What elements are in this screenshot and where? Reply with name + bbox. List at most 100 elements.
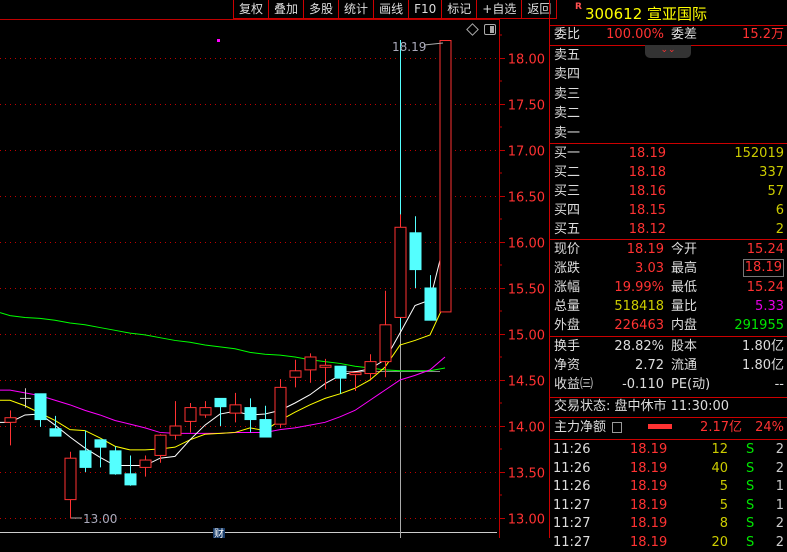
- tick-price: 18.19: [630, 534, 668, 550]
- f10-button[interactable]: F10: [409, 0, 443, 18]
- ma10-line: [0, 302, 446, 451]
- fund-label: 股本: [671, 339, 698, 354]
- panel-toggle-icon[interactable]: [484, 24, 496, 35]
- tick-time: 11:27: [553, 497, 591, 513]
- candle-up: [349, 372, 362, 376]
- fund-label: 收益㈢: [554, 377, 594, 392]
- fund-row: 收益㈢ -0.110 PE(动) --: [550, 375, 786, 394]
- stat-label: 最低: [671, 280, 698, 295]
- sell-label: 卖一: [554, 125, 581, 141]
- stat-label: 最高: [671, 261, 698, 276]
- buy-price: 18.16: [628, 184, 666, 199]
- axis-label: 15.00: [508, 329, 545, 344]
- candle-up: [229, 404, 242, 414]
- candle-up: [364, 361, 377, 375]
- stat-label: 今开: [671, 242, 698, 257]
- axis-label: 15.50: [508, 283, 545, 298]
- tick-count: 2: [775, 534, 784, 550]
- tick-volume: 40: [711, 460, 728, 476]
- add-watchlist-button[interactable]: +自选: [477, 0, 523, 18]
- ma5-line: [0, 240, 446, 467]
- overlay-button[interactable]: 叠加: [269, 0, 305, 18]
- stat-value: 291955: [734, 318, 784, 333]
- axis-label: 16.00: [508, 237, 545, 252]
- fund-label: 流通: [671, 358, 698, 373]
- candle-up: [304, 356, 317, 371]
- sell-label: 卖二: [554, 106, 581, 122]
- buy-label: 买一: [554, 146, 581, 161]
- candle-down: [34, 393, 47, 421]
- stat-row: 现价 18.19 今开 15.24: [550, 240, 786, 259]
- buy-row[interactable]: 买二 18.18 337: [550, 163, 786, 182]
- sell-row: 卖三: [550, 85, 786, 104]
- buy-price: 18.15: [628, 203, 666, 218]
- candle-down: [79, 450, 92, 468]
- candle-up: [64, 457, 77, 501]
- tick-row: 11:26 18.19 5 S 1: [550, 477, 786, 496]
- stat-value: 18.19: [742, 259, 784, 277]
- fund-value: -0.110: [622, 377, 664, 392]
- tick-time: 11:26: [553, 460, 591, 476]
- candle-down: [109, 450, 122, 475]
- tick-row: 11:27 18.19 5 S 1: [550, 496, 786, 515]
- restore-rights-button[interactable]: 复权: [234, 0, 270, 18]
- candle-down: [244, 407, 257, 421]
- buy-row[interactable]: 买四 18.15 6: [550, 201, 786, 220]
- tick-time: 11:27: [553, 516, 591, 531]
- axis-label: 16.50: [508, 191, 545, 206]
- axis-label: 17.50: [508, 99, 545, 114]
- tick-price: 18.19: [630, 516, 668, 531]
- stat-row: 总量 518418 量比 5.33: [550, 297, 786, 316]
- fund-label: 净资: [554, 358, 581, 373]
- stat-value: 518418: [614, 299, 664, 314]
- sell-label: 卖三: [554, 86, 581, 102]
- candle-up: [169, 425, 182, 436]
- statistics-button[interactable]: 统计: [339, 0, 375, 18]
- tick-time: 11:27: [553, 534, 591, 550]
- fund-value: 1.80亿: [742, 339, 784, 354]
- tick-volume: 5: [719, 497, 728, 513]
- list-icon[interactable]: [612, 422, 622, 433]
- mark-button[interactable]: 标记: [442, 0, 478, 18]
- kline-chart[interactable]: 18.00 17.50 17.00 16.50 16.00 15.50 15.00 14.50…: [0, 0, 549, 538]
- buy-row[interactable]: 买一 18.19 152019: [550, 144, 786, 163]
- buy-row[interactable]: 买三 18.16 57: [550, 182, 786, 201]
- draw-line-button[interactable]: 画线: [374, 0, 410, 18]
- tick-time: 11:26: [553, 442, 591, 457]
- buy-volume: 57: [767, 184, 784, 199]
- buy-label: 买五: [554, 222, 581, 237]
- chart-toolbar: 复权 叠加 多股 统计 画线 F10 标记 +自选 返回: [233, 0, 558, 19]
- stat-value: 15.24: [746, 242, 784, 257]
- min-price-label: 13.00: [83, 512, 117, 526]
- tick-side: S: [746, 442, 755, 457]
- stat-label: 现价: [554, 242, 581, 257]
- sell-row: 卖四: [550, 65, 786, 84]
- tick-price: 18.19: [630, 442, 668, 457]
- tick-volume: 5: [719, 479, 728, 494]
- fund-row: 换手 28.82% 股本 1.80亿: [550, 337, 786, 356]
- tick-volume: 8: [719, 516, 728, 531]
- stat-label: 涨跌: [554, 261, 581, 276]
- main-flow-bar: [648, 424, 672, 429]
- tick-row: 11:27 18.19 20 S 2: [550, 533, 786, 552]
- stat-value: 15.24: [746, 280, 784, 295]
- tick-side: S: [746, 534, 755, 550]
- candle-up: [394, 226, 407, 318]
- candle-up: [154, 434, 167, 456]
- weicha-label: 委差: [671, 27, 698, 42]
- candle-down: [424, 287, 437, 321]
- buy-label: 买四: [554, 203, 581, 218]
- stat-row: 外盘 226463 内盘 291955: [550, 316, 786, 335]
- axis-label: 14.50: [508, 375, 545, 390]
- candle-up: [274, 386, 287, 425]
- finance-marker-label: 财: [214, 527, 224, 538]
- fund-value: 1.80亿: [742, 358, 784, 373]
- buy-price: 18.12: [628, 222, 666, 237]
- stat-label: 量比: [671, 299, 698, 314]
- tick-count: 1: [775, 479, 784, 494]
- buy-row[interactable]: 买五 18.12 2: [550, 220, 786, 239]
- buy-volume: 152019: [734, 146, 784, 161]
- tick-count: 1: [775, 497, 784, 513]
- fund-value: 28.82%: [614, 339, 664, 354]
- multi-stock-button[interactable]: 多股: [304, 0, 340, 18]
